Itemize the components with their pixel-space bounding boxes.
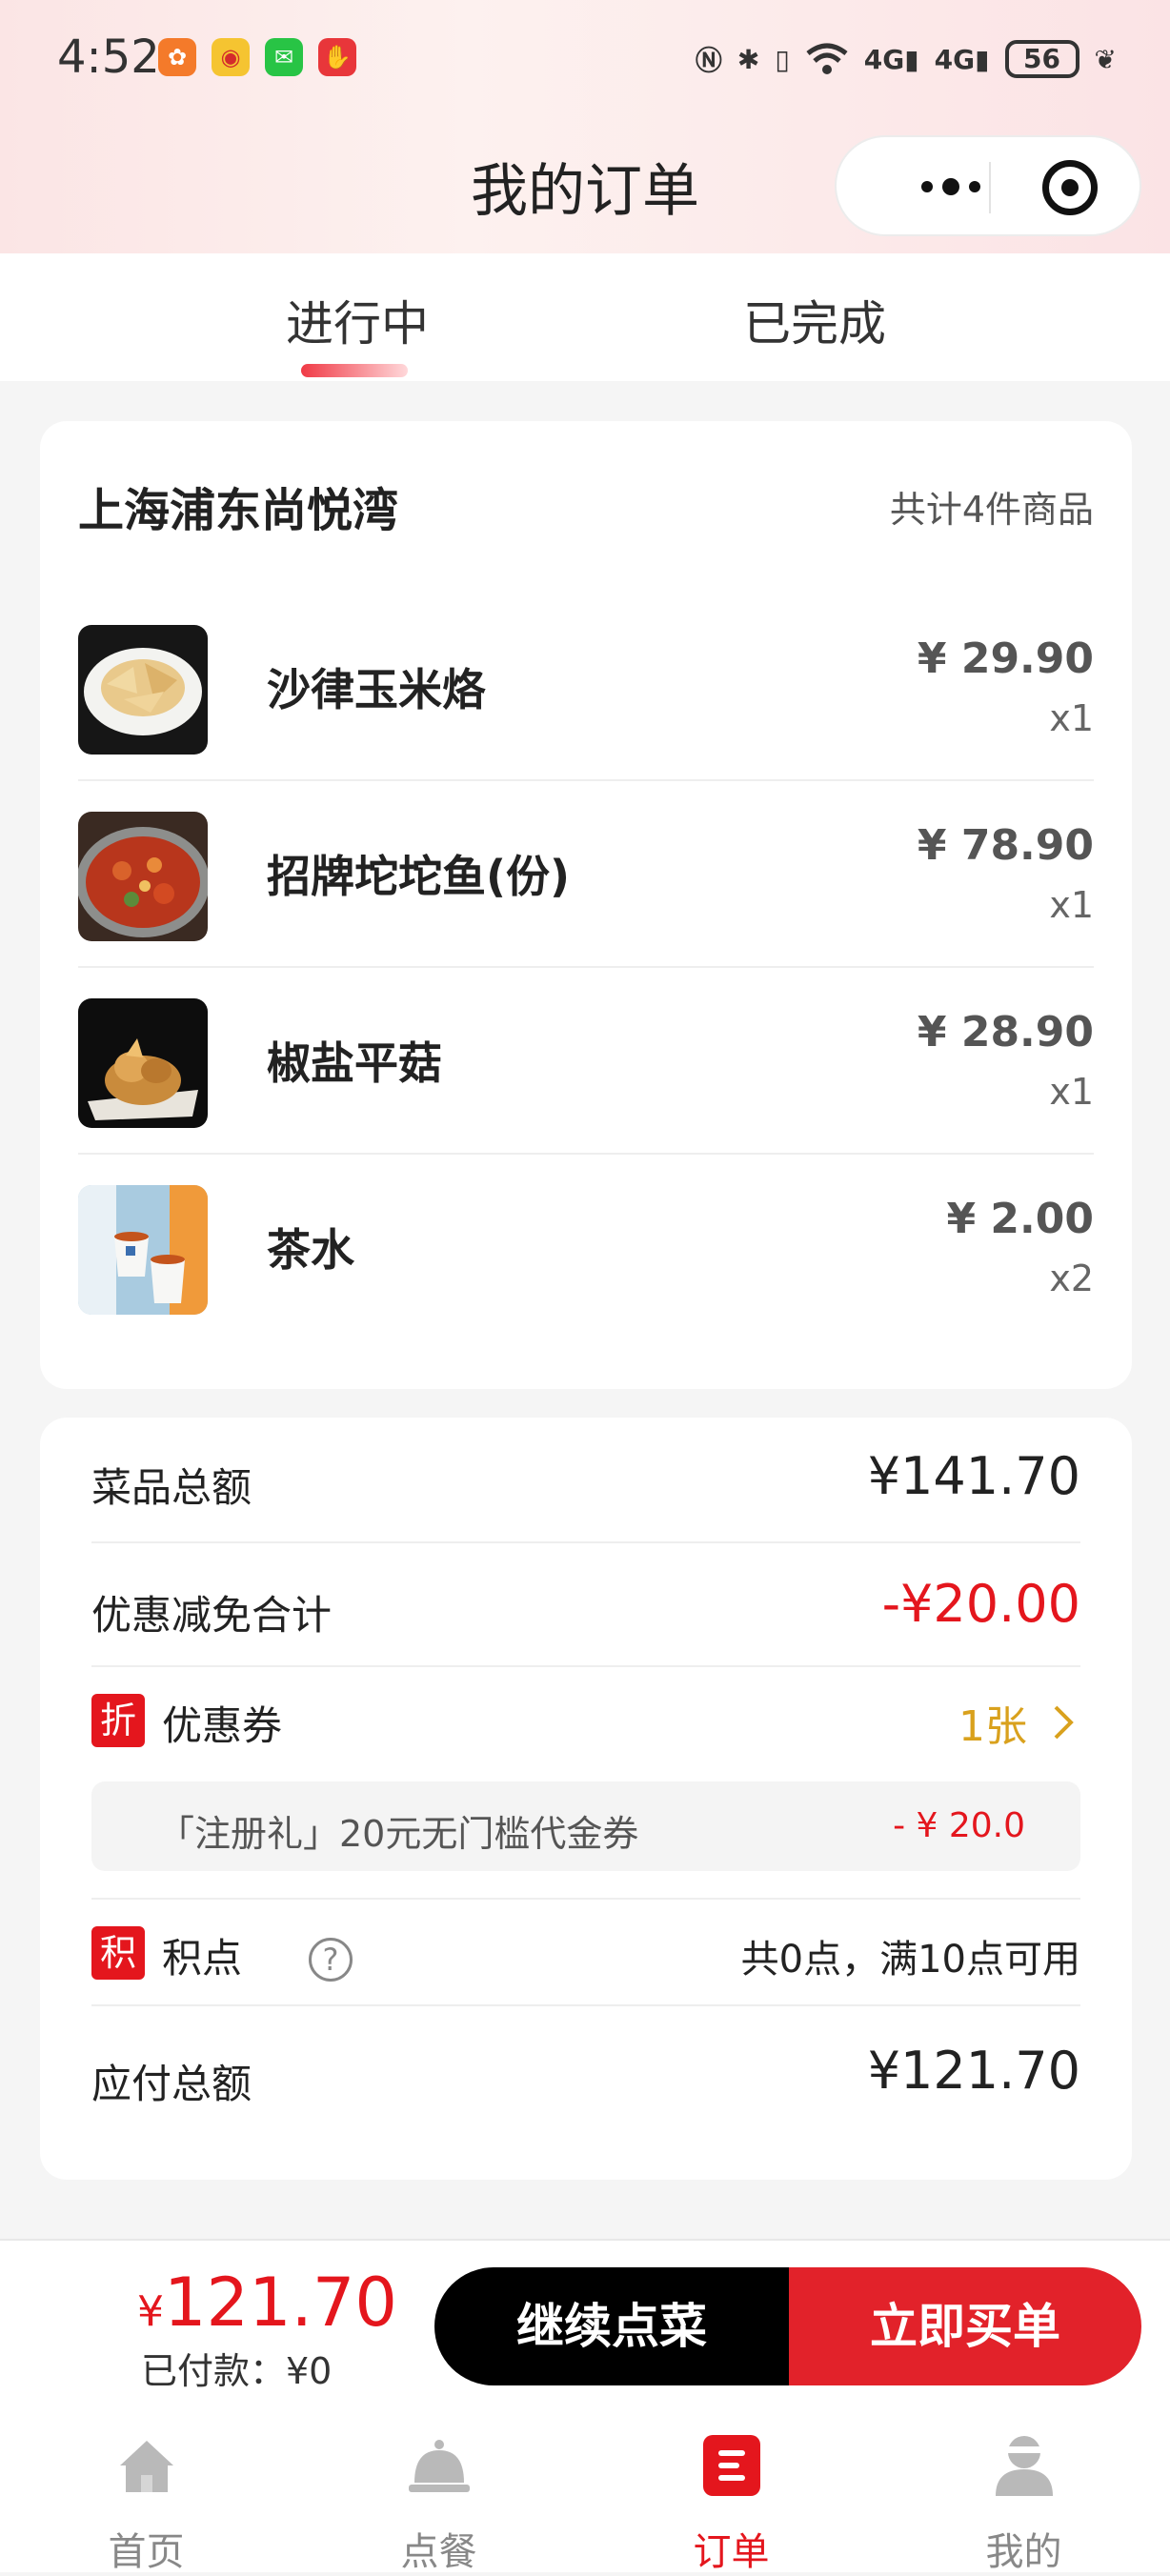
nfc-icon: Ⓝ [695, 45, 722, 76]
dish-name: 茶水 [267, 1224, 354, 1276]
currency-symbol: ¥ [137, 2287, 164, 2336]
dish-name: 沙律玉米烙 [267, 664, 486, 715]
dish-image [78, 1185, 208, 1315]
points-row: 积 积点 ? 共0点，满10点可用 [91, 1898, 1080, 2006]
mini-program-capsule [835, 135, 1141, 236]
dish-total-value: ¥141.70 [867, 1446, 1080, 1506]
dish-total-row: 菜品总额 ¥141.70 [91, 1418, 1080, 1543]
checkout-bar: ¥121.70 已付款：¥0 继续点菜 立即买单 [0, 2239, 1170, 2412]
payable-value: ¥121.70 [867, 2041, 1080, 2101]
capsule-divider [989, 162, 991, 213]
dish-quantity: x1 [1049, 1071, 1094, 1113]
dish-price: ¥ 78.90 [917, 821, 1094, 870]
dish-price: ¥ 29.90 [917, 634, 1094, 683]
more-menu-icon[interactable] [884, 168, 1018, 206]
notification-app-icon: ✿ [158, 38, 196, 76]
continue-ordering-button[interactable]: 继续点菜 [434, 2267, 789, 2385]
wifi-icon [806, 43, 848, 74]
status-indicators: Ⓝ ✱ ▯ 4G▮ 4G▮ 56 ❦ [696, 30, 1117, 88]
payment-summary-card: 菜品总额 ¥141.70 优惠减免合计 -¥20.00 折 优惠券 1张 「注册… [40, 1418, 1132, 2180]
list-item: 茶水 ¥ 2.00 x2 [78, 1153, 1094, 1339]
dish-image [78, 812, 208, 941]
tabbar-label: 首页 [108, 2530, 185, 2574]
home-icon [120, 2441, 173, 2492]
coupon-tag-icon: 折 [91, 1694, 145, 1747]
status-time: 4:52 [57, 30, 160, 84]
header: 4:52 ✿ ◉ ✉ ✋ Ⓝ ✱ ▯ 4G▮ 4G▮ 56 ❦ 我的订单 [0, 0, 1170, 253]
order-total: ¥121.70 [137, 2264, 397, 2342]
pay-now-button[interactable]: 立即买单 [789, 2267, 1141, 2385]
active-tab-indicator [301, 364, 408, 377]
points-label: 积点 [162, 1935, 243, 1982]
chevron-right-icon [1054, 1705, 1074, 1740]
status-bar: 4:52 ✿ ◉ ✉ ✋ Ⓝ ✱ ▯ 4G▮ 4G▮ 56 ❦ [0, 0, 1170, 114]
coupon-count: 1张 [958, 1702, 1027, 1751]
order-status-tabs: 进行中 已完成 [0, 253, 1170, 381]
discount-value: -¥20.00 [881, 1574, 1080, 1634]
coupon-amount: - ¥ 20.0 [893, 1806, 1025, 1845]
dish-image [78, 998, 208, 1128]
tabbar-item-orders[interactable]: 订单 [585, 2410, 878, 2574]
red-app-icon: ✋ [318, 38, 356, 76]
tabbar-item-home[interactable]: 首页 [0, 2410, 292, 2574]
payable-row: 应付总额 ¥121.70 [91, 2004, 1080, 2147]
dish-price: ¥ 2.00 [946, 1195, 1095, 1243]
points-tag-icon: 积 [91, 1926, 145, 1980]
dish-name: 招牌坨坨鱼(份) [267, 851, 571, 902]
bluetooth-icon: ✱ [736, 43, 760, 75]
close-target-icon[interactable] [1042, 160, 1098, 215]
dish-quantity: x1 [1049, 697, 1094, 739]
dish-total-label: 菜品总额 [91, 1464, 252, 1511]
list-item: 招牌坨坨鱼(份) ¥ 78.90 x1 [78, 779, 1094, 968]
discount-label: 优惠减免合计 [91, 1592, 333, 1639]
tab-in-progress[interactable]: 进行中 [286, 286, 429, 354]
user-profile-icon [996, 2436, 1053, 2496]
coupon-label: 优惠券 [162, 1702, 283, 1749]
tab-completed[interactable]: 已完成 [743, 286, 886, 354]
tabbar-label: 点餐 [400, 2530, 477, 2574]
help-icon[interactable]: ? [309, 1938, 353, 1982]
dish-image [78, 625, 208, 755]
coupon-name: 「注册礼」20元无门槛代金券 [158, 1813, 639, 1855]
points-info: 共0点，满10点可用 [740, 1938, 1080, 1982]
coupon-row[interactable]: 折 优惠券 1张 [91, 1665, 1080, 1780]
bottom-tab-bar: 首页 点餐 订单 我的 [0, 2410, 1170, 2574]
store-name: 上海浦东尚悦湾 [78, 484, 399, 537]
dish-price: ¥ 28.90 [917, 1008, 1094, 1057]
coupon-detail: 「注册礼」20元无门槛代金券 - ¥ 20.0 [91, 1781, 1080, 1871]
list-item: 椒盐平菇 ¥ 28.90 x1 [78, 966, 1094, 1155]
wechat-icon: ✉ [265, 38, 303, 76]
item-count: 共计4件商品 [889, 489, 1094, 531]
vibrate-icon: ▯ [775, 43, 790, 75]
tabbar-item-profile[interactable]: 我的 [878, 2410, 1170, 2574]
order-items-card: 上海浦东尚悦湾 共计4件商品 沙律玉米烙 ¥ 29.90 x1 招牌坨坨鱼(份)… [40, 421, 1132, 1389]
weibo-icon: ◉ [212, 38, 250, 76]
dish-quantity: x2 [1049, 1258, 1094, 1299]
leaf-icon: ❦ [1094, 43, 1117, 75]
payable-label: 应付总额 [91, 2061, 252, 2107]
dining-bell-icon [409, 2440, 470, 2492]
paid-amount: 已付款：¥0 [141, 2350, 333, 2392]
tabbar-label: 我的 [985, 2530, 1062, 2574]
order-list-icon [703, 2435, 760, 2496]
tabbar-item-dining[interactable]: 点餐 [292, 2410, 585, 2574]
discount-row: 优惠减免合计 -¥20.00 [91, 1541, 1080, 1667]
tabbar-label: 订单 [693, 2530, 770, 2574]
signal-4g-icon: 4G▮ [863, 43, 919, 75]
order-total-amount: 121.70 [164, 2264, 397, 2342]
dish-quantity: x1 [1049, 884, 1094, 926]
dish-name: 椒盐平菇 [267, 1037, 442, 1089]
battery-icon: 56 [1004, 40, 1079, 78]
list-item: 沙律玉米烙 ¥ 29.90 x1 [78, 593, 1094, 781]
signal-4g-icon: 4G▮ [934, 43, 990, 75]
